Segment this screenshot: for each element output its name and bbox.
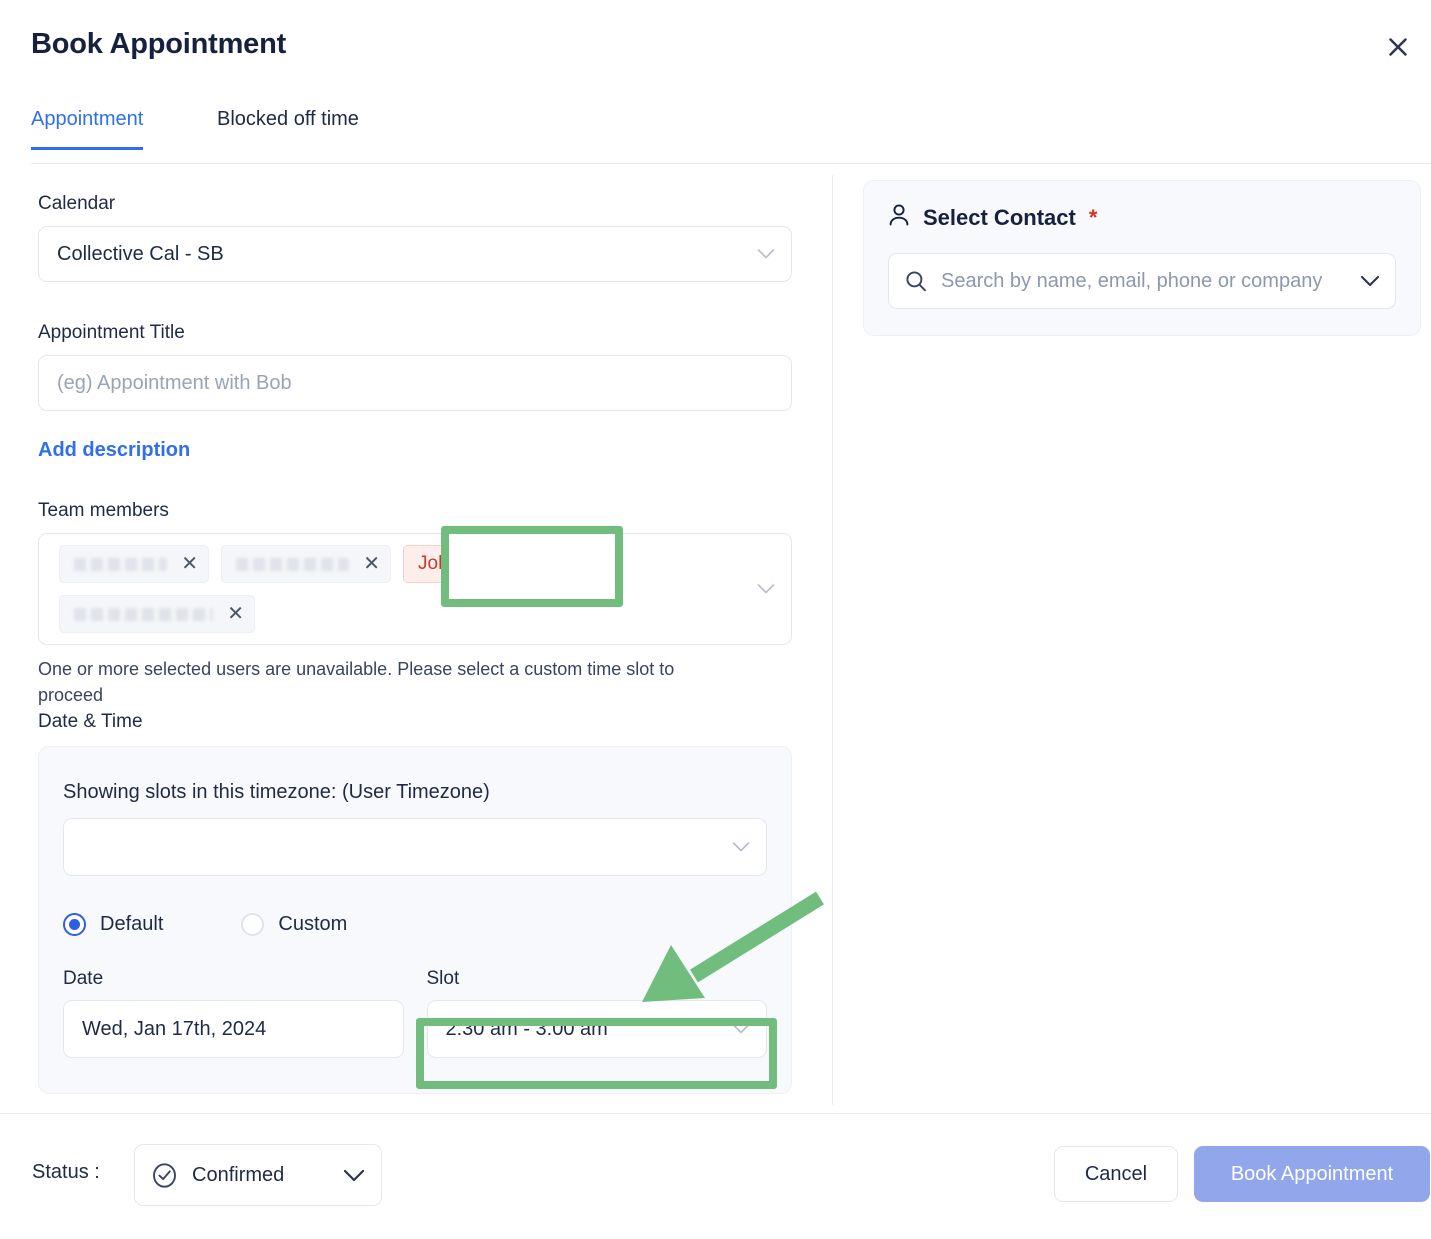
book-appointment-button[interactable]: Book Appointment (1194, 1146, 1430, 1202)
date-value: Wed, Jan 17th, 2024 (82, 1017, 267, 1040)
timezone-select[interactable] (63, 818, 767, 876)
radio-default-indicator[interactable] (63, 913, 86, 936)
check-circle-icon (151, 1162, 178, 1189)
appointment-title-label: Appointment Title (38, 322, 185, 343)
calendar-select[interactable]: Collective Cal - SB (38, 226, 792, 282)
slot-select[interactable]: 2:30 am - 3:00 am (426, 1000, 767, 1058)
chevron-down-icon[interactable] (343, 1169, 365, 1182)
radio-custom-indicator[interactable] (241, 913, 265, 936)
appointment-title-placeholder: (eg) Appointment with Bob (57, 371, 292, 394)
tab-appointment[interactable]: Appointment (31, 108, 144, 150)
slot-value: 2:30 am - 3:00 am (445, 1017, 608, 1040)
team-members-field-group: Team members ✕ ✕ John ✕ One or more sele… (38, 500, 792, 708)
left-column: Calendar Collective Cal - SB Appointment… (0, 165, 832, 1113)
remove-chip-icon[interactable]: ✕ (227, 604, 244, 624)
tab-bar-underline (31, 163, 1431, 164)
slot-mode-radio-group: Default Custom (63, 913, 767, 936)
date-time-label: Date & Time (38, 711, 143, 732)
tab-blocked-off-time[interactable]: Blocked off time (217, 108, 359, 147)
timezone-label: Showing slots in this timezone: (User Ti… (63, 781, 490, 803)
highlight-backing-john (449, 534, 615, 599)
close-icon[interactable] (1381, 30, 1415, 64)
appointment-title-field-group: Appointment Title (eg) Appointment with … (38, 322, 792, 411)
date-slot-row: Date Wed, Jan 17th, 2024 Slot 2:30 am - … (63, 968, 767, 1058)
modal-header: Book Appointment (0, 0, 1431, 92)
team-member-chip[interactable]: ✕ (221, 545, 391, 583)
select-contact-header: Select Contact * (888, 203, 1396, 233)
calendar-label: Calendar (38, 193, 116, 214)
status-value: Confirmed (192, 1163, 285, 1186)
search-icon (905, 270, 927, 292)
team-member-chip[interactable]: ✕ (59, 545, 209, 583)
chevron-down-icon (732, 842, 750, 853)
select-contact-card: Select Contact * Search by name, email, … (863, 180, 1421, 336)
contact-search-input[interactable]: Search by name, email, phone or company (888, 253, 1396, 309)
person-icon (888, 203, 910, 233)
calendar-field-group: Calendar Collective Cal - SB (38, 193, 792, 282)
radio-option-custom[interactable]: Custom (241, 913, 347, 936)
status-select[interactable]: Confirmed (134, 1144, 382, 1206)
team-member-chip-label (236, 557, 350, 571)
modal-body: Calendar Collective Cal - SB Appointment… (0, 165, 1431, 1113)
contact-search-placeholder: Search by name, email, phone or company (941, 269, 1323, 292)
date-time-section: Date & Time Showing slots in this timezo… (38, 711, 792, 1094)
tab-bar: Appointment Blocked off time (0, 108, 1431, 164)
select-contact-title: Select Contact (923, 205, 1076, 230)
team-members-label: Team members (38, 500, 169, 521)
team-member-chip-label (74, 607, 214, 621)
radio-option-default[interactable]: Default (63, 913, 163, 936)
team-members-warning: One or more selected users are unavailab… (38, 659, 675, 705)
team-member-chip[interactable]: ✕ (59, 595, 255, 633)
team-members-select[interactable]: ✕ ✕ John ✕ ✕ (38, 533, 792, 645)
add-description-link[interactable]: Add description (38, 439, 190, 462)
slot-field-group: Slot 2:30 am - 3:00 am (426, 968, 767, 1058)
remove-chip-icon[interactable]: ✕ (181, 554, 198, 574)
date-field-group: Date Wed, Jan 17th, 2024 (63, 968, 404, 1058)
appointment-title-input[interactable]: (eg) Appointment with Bob (38, 355, 792, 411)
team-member-chip-label (74, 557, 168, 571)
cancel-button[interactable]: Cancel (1054, 1146, 1178, 1202)
status-label: Status : (32, 1161, 100, 1183)
slot-label: Slot (426, 968, 460, 989)
chevron-down-icon (757, 249, 775, 260)
remove-chip-icon[interactable]: ✕ (363, 554, 380, 574)
calendar-value: Collective Cal - SB (57, 242, 224, 265)
team-member-chip-list: ✕ ✕ John ✕ ✕ (59, 545, 743, 633)
book-appointment-modal: Book Appointment Appointment Blocked off… (0, 0, 1431, 1239)
chevron-down-icon (732, 1024, 750, 1035)
date-time-panel: Showing slots in this timezone: (User Ti… (38, 746, 792, 1094)
date-label: Date (63, 968, 104, 989)
chevron-down-icon[interactable] (1360, 275, 1380, 287)
required-marker: * (1088, 205, 1098, 230)
radio-default-label: Default (100, 913, 164, 935)
page-title: Book Appointment (31, 28, 287, 60)
chevron-down-icon (757, 584, 775, 595)
date-input[interactable]: Wed, Jan 17th, 2024 (63, 1000, 404, 1058)
radio-custom-label: Custom (278, 913, 348, 935)
right-column: Select Contact * Search by name, email, … (833, 165, 1431, 1113)
